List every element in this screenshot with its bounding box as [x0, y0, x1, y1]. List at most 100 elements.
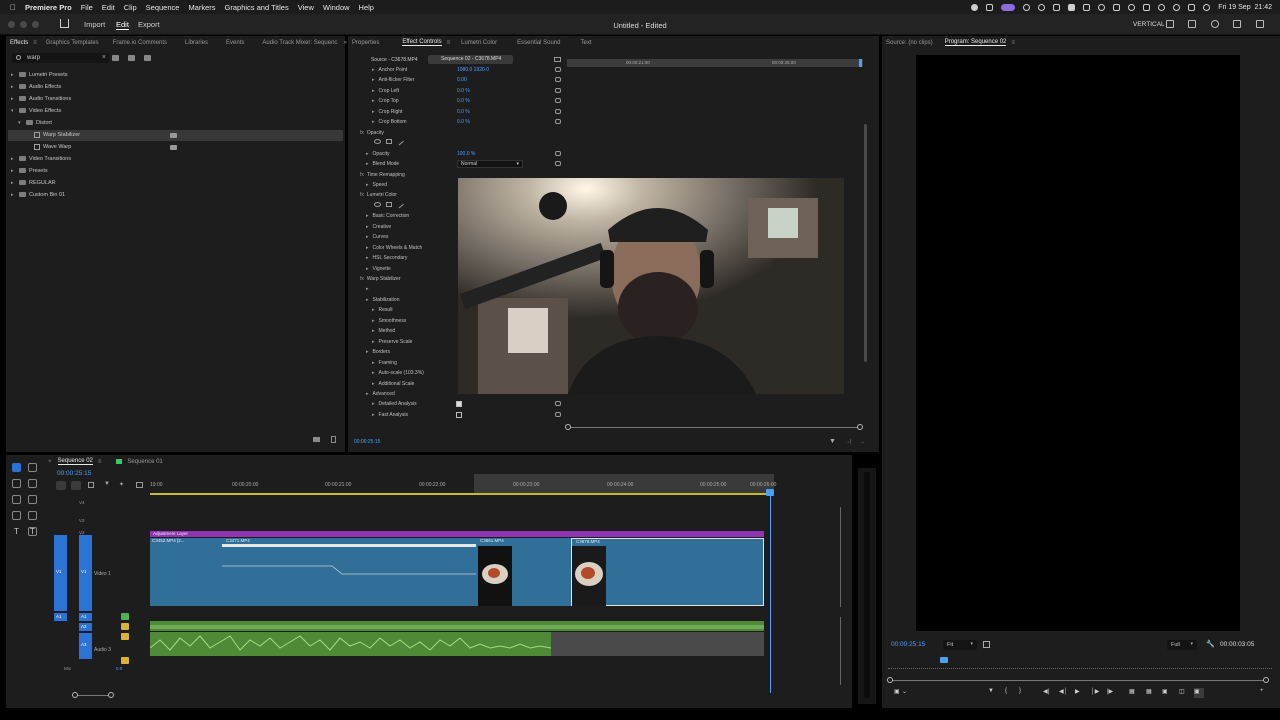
disclosure-chevron-icon[interactable]: ▸ [366, 349, 369, 355]
track-target-a1[interactable]: A1 [79, 613, 92, 621]
menu-help[interactable]: Help [359, 3, 374, 12]
effect-property-row[interactable]: ▸ Advanced [366, 389, 395, 399]
32bit-effects-icon[interactable] [128, 55, 135, 61]
sequence-clip-chip[interactable]: Sequence 02 - C3678.MP4 [428, 55, 513, 64]
tree-item-distort[interactable]: ▾ Distort [18, 118, 52, 129]
tree-item-video-transitions[interactable]: ▸ Video Transitions [11, 154, 71, 165]
effect-property-row[interactable]: ▸ Fast Analysis [372, 410, 408, 420]
type-tool-icon[interactable]: T [12, 527, 21, 536]
ec-scrollbar[interactable] [864, 124, 867, 362]
pen-mask-icon[interactable] [396, 137, 404, 146]
adjustment-layer-clip[interactable]: Adjustment Layer [150, 531, 764, 537]
zoom-start-handle[interactable] [887, 677, 893, 683]
effect-property-row[interactable]: ▸ Preserve Scale [372, 337, 412, 347]
menu-extra-icon[interactable] [986, 3, 994, 11]
track-name-audio-3[interactable]: Audio 3 [94, 647, 111, 653]
disclosure-chevron-icon[interactable]: ▸ [372, 77, 375, 83]
track-target-a3[interactable]: A3 [79, 633, 92, 659]
workspaces-icon[interactable] [1166, 20, 1174, 28]
menu-icon[interactable]: ≡ [1011, 40, 1015, 46]
property-checkbox[interactable] [456, 411, 462, 418]
solo-button[interactable] [121, 613, 129, 620]
tab-essential-sound[interactable]: Essential Sound [517, 40, 560, 46]
tab-effects[interactable]: Effects [10, 40, 28, 46]
disclosure-chevron-icon[interactable]: ▸ [366, 224, 369, 230]
disclosure-chevron-icon[interactable]: ▸ [372, 401, 375, 407]
step-forward-icon[interactable]: │▶ [1091, 688, 1099, 695]
track-select-tool-icon[interactable] [28, 463, 37, 472]
disclosure-chevron-icon[interactable]: ▸ [372, 381, 375, 387]
effect-property-row[interactable]: ▸ Crop Right [372, 107, 402, 117]
wifi-icon[interactable] [1158, 3, 1166, 11]
menubar-clock[interactable]: Fri 19 Sep 21:42 [1218, 4, 1272, 11]
go-to-in-icon[interactable]: ◀| [1043, 688, 1049, 695]
effect-property-row[interactable]: ▸ Borders [366, 347, 390, 357]
fx-badge[interactable]: fx [360, 276, 364, 282]
property-value[interactable]: 0.0 % [457, 117, 470, 127]
effect-property-row[interactable]: ▸ Method [372, 326, 395, 336]
property-checkbox[interactable] [456, 401, 462, 408]
menu-app-name[interactable]: Premiere Pro [25, 3, 72, 12]
effect-property-row[interactable]: ▸ Curves [366, 232, 388, 242]
disclosure-chevron-icon[interactable]: ▸ [366, 286, 369, 292]
timeline-ruler[interactable]: 19:00 00:00:20:00 00:00:21:00 00:00:22:00 00… [150, 473, 776, 495]
scrubber-start-handle[interactable] [565, 424, 571, 430]
fx-badge[interactable]: fx [360, 172, 364, 178]
blend-mode-dropdown[interactable]: Normal ▾ [457, 160, 523, 169]
source-patch-a1[interactable]: A1 [54, 613, 67, 621]
reset-parameter-icon[interactable] [555, 150, 561, 156]
disclosure-chevron-icon[interactable]: ▸ [366, 391, 369, 397]
source-clip-label[interactable]: Source - C3678.MP4 [371, 57, 418, 63]
track-v4[interactable]: V4 [79, 500, 85, 505]
mix-value[interactable]: 0.0 [116, 666, 122, 671]
pen-mask-icon[interactable] [396, 200, 404, 209]
tab-text[interactable]: Text [581, 40, 592, 46]
rectangle-mask-icon[interactable] [386, 139, 392, 145]
play-icon[interactable] [1098, 3, 1106, 11]
effect-property-row[interactable]: fx Warp Stabilizer [360, 274, 401, 284]
source-patch-v1[interactable]: V1 [54, 535, 67, 611]
tab-effect-controls[interactable]: Effect Controls [402, 39, 442, 46]
tab-source-monitor[interactable]: Source: (no clips) [886, 40, 933, 46]
battery-icon[interactable] [1143, 3, 1151, 11]
disclosure-chevron-icon[interactable]: ▸ [372, 67, 375, 73]
effects-search-input[interactable]: warp × [12, 53, 109, 63]
tree-item-custom-bin[interactable]: ▸ Custom Bin 01 [11, 190, 65, 201]
pen-tool-icon[interactable] [28, 495, 37, 504]
menu-icon[interactable]: ≡ [33, 40, 37, 46]
tab-events[interactable]: Events [226, 40, 244, 46]
bluetooth-icon[interactable] [1128, 3, 1136, 11]
effect-property-row[interactable]: ▸ Opacity [366, 149, 389, 159]
effect-property-row[interactable]: ▸ [366, 284, 373, 294]
control-center-icon[interactable] [1188, 3, 1196, 11]
tab-lumetri-color[interactable]: Lumetri Color [461, 40, 497, 46]
effect-property-row[interactable]: ▸ Basic Correction [366, 211, 409, 221]
program-timecode[interactable]: 00:00:25:15 [891, 641, 925, 648]
disclosure-chevron-icon[interactable]: ▸ [366, 234, 369, 240]
vertical-type-tool-icon[interactable]: T [28, 527, 37, 536]
quick-export-icon[interactable] [1188, 20, 1196, 28]
fullscreen-icon[interactable] [1233, 20, 1241, 28]
accelerated-effects-icon[interactable] [112, 55, 119, 61]
add-marker-icon[interactable]: ▼ [104, 481, 110, 487]
effect-property-row[interactable]: ▸ Vignette [366, 264, 391, 274]
effect-property-row[interactable]: fx Time Remapping [360, 170, 405, 180]
disclosure-chevron-icon[interactable]: ▸ [366, 245, 369, 251]
track-v2[interactable]: V2 [79, 530, 85, 535]
tab-properties[interactable]: Properties [352, 40, 379, 46]
reset-parameter-icon[interactable] [555, 411, 561, 417]
rectangle-mask-icon[interactable] [386, 201, 392, 207]
reset-parameter-icon[interactable] [555, 77, 561, 83]
timeline-timecode[interactable]: 00:00:25:15 [57, 470, 91, 477]
disclosure-chevron-icon[interactable]: ▸ [366, 161, 369, 167]
tree-item-regular[interactable]: ▸ REGULAR [11, 178, 56, 189]
add-button-icon[interactable]: + [1260, 688, 1264, 694]
effect-property-row[interactable]: ▸ Crop Bottom [372, 117, 407, 127]
volume-icon[interactable] [1113, 3, 1121, 11]
effect-property-row[interactable]: ▸ Blend Mode [366, 159, 399, 169]
track-target-a2[interactable]: A2 [79, 623, 92, 631]
record-icon[interactable] [971, 3, 979, 11]
reset-parameter-icon[interactable] [555, 98, 561, 104]
property-value[interactable]: 1080.0 1920.0 [457, 65, 489, 75]
tab-graphics-templates[interactable]: Graphics Templates [46, 40, 99, 46]
